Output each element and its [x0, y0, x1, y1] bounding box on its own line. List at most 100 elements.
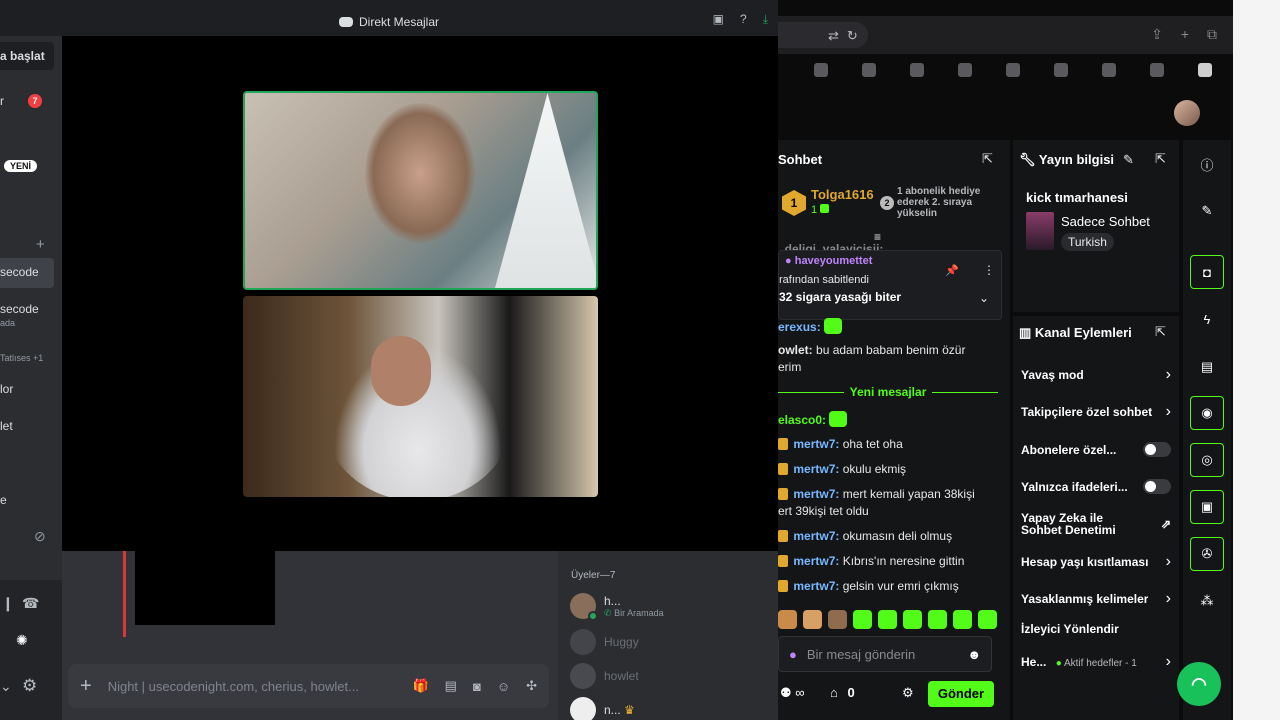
emoji-icon[interactable]: ☻ [967, 647, 981, 662]
emote-icon[interactable] [778, 610, 797, 629]
gift-counter[interactable]: ⌂ 0 [830, 685, 855, 700]
profile-avatar[interactable] [1174, 100, 1200, 126]
chat-username[interactable]: mertw7: [793, 529, 839, 543]
hangup-icon[interactable]: ☎ [22, 595, 39, 612]
bookmark-icon[interactable] [1198, 63, 1212, 77]
sidebar-item-r[interactable]: r [0, 94, 4, 108]
member-item[interactable]: Huggy [570, 629, 639, 655]
chat-username[interactable]: mertw7: [793, 579, 839, 593]
chat-username[interactable]: elasco0: [778, 413, 826, 427]
emote-icon[interactable] [953, 610, 972, 629]
unpin-icon[interactable]: 📌 [945, 264, 959, 277]
video-tile-camera[interactable] [243, 296, 598, 497]
action-banned-words[interactable]: Yasaklanmış kelimeler › [1021, 590, 1171, 608]
sidebar-group-label[interactable]: Tatlıses +1 [0, 353, 43, 363]
bookmark-icon[interactable] [1006, 63, 1020, 77]
action-followers-only[interactable]: Takipçilere özel sohbet › [1021, 403, 1171, 421]
member-item[interactable]: howlet [570, 663, 639, 689]
member-item[interactable]: h... ✆ Bir Aramada [570, 593, 664, 621]
settings-icon[interactable]: ⚙ [22, 676, 37, 696]
action-goals[interactable]: He... ● Aktif hedefler - 1 › [1021, 653, 1171, 671]
edit-icon[interactable]: ✎ [1123, 152, 1134, 168]
message-input[interactable]: Night | usecodenight.com, cherius, howle… [108, 679, 397, 694]
chat-username[interactable]: mertw7: [793, 462, 839, 476]
popout-icon[interactable]: ⇱ [1155, 151, 1166, 167]
bookmark-icon[interactable] [1054, 63, 1068, 77]
emoji-icon[interactable]: ☺ [497, 679, 510, 694]
notes-icon[interactable]: ▤ [1190, 350, 1224, 384]
toggle-switch[interactable] [1143, 442, 1171, 457]
sidebar-item-let[interactable]: let [0, 419, 13, 433]
action-account-age[interactable]: Hesap yaşı kısıtlaması › [1021, 553, 1171, 571]
download-icon[interactable]: ⤓ [763, 12, 768, 27]
capture-icon[interactable]: ◘ [1190, 255, 1224, 289]
video-tile-speaking[interactable] [243, 91, 598, 290]
share-icon[interactable]: ⇪ [1151, 26, 1163, 43]
pinned-message[interactable]: ● haveyoumettet rafından sabitlendi 32 s… [778, 250, 1002, 320]
bookmark-icon[interactable] [814, 63, 828, 77]
sidebar-item-e[interactable]: e [0, 493, 7, 507]
bookmark-icon[interactable] [1102, 63, 1116, 77]
add-dm-button[interactable]: + [36, 236, 45, 253]
action-raid[interactable]: İzleyici Yönlendir [1021, 622, 1171, 636]
action-emotes-only[interactable]: Yalnızca ifadeleri... [1021, 479, 1171, 494]
sidebar-item-lor[interactable]: lor [0, 382, 13, 396]
stream-category[interactable]: Sadece Sohbet [1061, 214, 1150, 229]
bookmark-icon[interactable] [1150, 63, 1164, 77]
audio-icon[interactable]: ❙ [2, 595, 14, 612]
action-subscribers-only[interactable]: Abonelere özel... [1021, 442, 1171, 457]
bookmark-icon[interactable] [862, 63, 876, 77]
lightning-icon[interactable]: ϟ [1190, 302, 1224, 336]
apps-icon[interactable]: ⁂ [1190, 584, 1224, 618]
bookmark-icon[interactable] [910, 63, 924, 77]
soundboard-icon[interactable]: ✺ [16, 632, 28, 649]
wrench-icon[interactable]: ✇ [1190, 537, 1224, 571]
sidebar-item-active[interactable]: secode [0, 265, 39, 279]
chat-username[interactable]: erexus: [778, 320, 821, 334]
emote-icon[interactable] [978, 610, 997, 629]
sidebar-item-2[interactable]: secode [0, 302, 39, 316]
attach-plus-icon[interactable]: + [80, 675, 92, 698]
chat-username[interactable]: mertw7: [793, 487, 839, 501]
emote-icon[interactable] [878, 610, 897, 629]
member-item[interactable]: n... ♛ [570, 697, 635, 720]
chat-username[interactable]: owlet: [778, 343, 813, 357]
sticker-icon[interactable]: ◙ [473, 679, 481, 694]
popout-icon[interactable]: ⇱ [1155, 324, 1166, 340]
reload-icon[interactable]: ↻ [847, 28, 858, 44]
gift-icon[interactable]: 🎁 [412, 678, 428, 694]
infinity-icon[interactable]: ∞ [795, 685, 804, 700]
users-icon[interactable]: ⚉ [780, 685, 792, 700]
support-headset-button[interactable]: ◠ [1177, 662, 1221, 706]
broadcast-icon[interactable]: ◎ [1190, 443, 1224, 477]
top-gifter-name[interactable]: Tolga1616 [811, 187, 874, 202]
inbox-icon[interactable]: ▣ [713, 12, 724, 27]
info-icon[interactable]: ⓘ [1190, 147, 1224, 181]
emote-icon[interactable] [828, 610, 847, 629]
emote-icon[interactable] [928, 610, 947, 629]
block-icon[interactable]: ⊘ [34, 528, 46, 545]
chevron-down-icon[interactable]: ⌄ [979, 291, 989, 305]
help-icon[interactable]: ? [740, 12, 747, 27]
chat-settings-icon[interactable]: ⚙ [902, 685, 914, 701]
send-button[interactable]: Gönder [928, 681, 994, 707]
new-tab-icon[interactable]: + [1181, 26, 1189, 43]
chat-input[interactable]: ● Bir mesaj gönderin ☻ [778, 636, 992, 672]
more-options-icon[interactable]: ⋮ [983, 263, 995, 277]
edit-icon[interactable]: ✎ [1190, 194, 1224, 228]
chat-bubble-icon[interactable]: ◉ [1190, 396, 1224, 430]
chat-username[interactable]: mertw7: [793, 437, 839, 451]
chevron-down-icon[interactable]: ⌄ [0, 678, 12, 695]
bookmark-icon[interactable] [958, 63, 972, 77]
emote-icon[interactable] [853, 610, 872, 629]
gif-icon[interactable]: ▤ [445, 678, 457, 694]
microphone-icon[interactable]: ● [789, 647, 797, 662]
tabs-overview-icon[interactable]: ⧉ [1207, 26, 1217, 43]
action-slow-mode[interactable]: Yavaş mod › [1021, 366, 1171, 384]
toggle-switch[interactable] [1143, 479, 1171, 494]
chat-username[interactable]: mertw7: [793, 554, 839, 568]
popout-icon[interactable]: ⇱ [982, 151, 993, 167]
layout-icon[interactable]: ▣ [1190, 490, 1224, 524]
apps-icon[interactable]: ✣ [526, 678, 537, 694]
emote-icon[interactable] [803, 610, 822, 629]
